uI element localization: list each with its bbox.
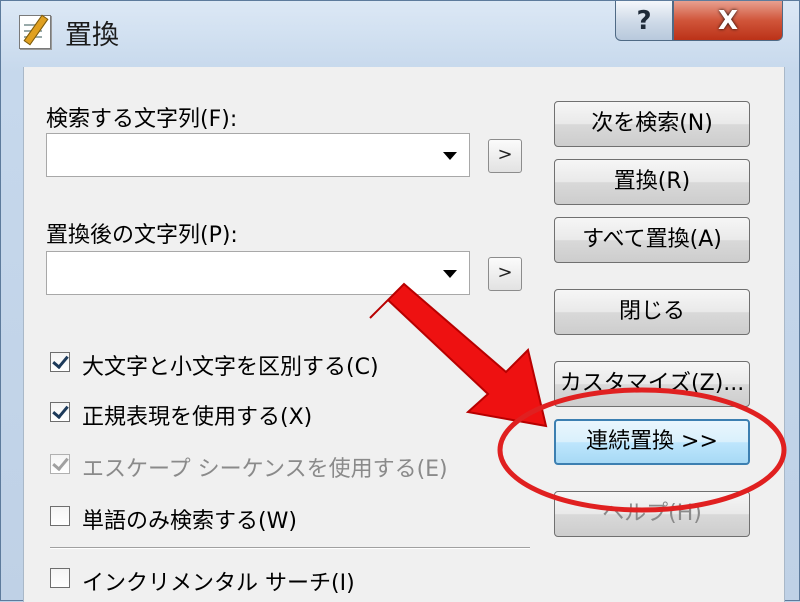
checkbox-icon[interactable] <box>50 506 70 526</box>
find-label: 検索する文字列(F): <box>46 107 238 132</box>
close-dialog-button[interactable]: 閉じる <box>554 289 750 335</box>
find-input[interactable] <box>51 138 425 172</box>
find-combo[interactable] <box>46 133 470 177</box>
question-icon: ? <box>636 5 652 36</box>
find-next-button[interactable]: 次を検索(N) <box>554 101 750 147</box>
separator <box>50 547 530 549</box>
replace-more-button[interactable]: > <box>488 257 522 291</box>
dialog-body: 検索する文字列(F): > 置換後の文字列(P): > 次を検索(N) 置換(R… <box>23 67 785 602</box>
window-title: 置換 <box>65 20 119 51</box>
checkbox-icon[interactable] <box>50 352 70 372</box>
continuous-replace-button[interactable]: 連続置換 >> <box>554 419 750 465</box>
chevron-down-icon[interactable] <box>443 152 457 160</box>
notepad-icon <box>19 14 51 49</box>
replace-label: 置換後の文字列(P): <box>46 223 238 248</box>
close-icon: X <box>717 5 739 36</box>
title-bar[interactable]: 置換 ? X <box>1 1 800 67</box>
checkbox-icon[interactable] <box>50 402 70 422</box>
close-button[interactable]: X <box>673 1 783 41</box>
replace-combo[interactable] <box>46 251 470 295</box>
replace-dialog: 置換 ? X 検索する文字列(F): > 置換後の文字列(P): > 次を検索(… <box>0 0 800 602</box>
checkbox-icon[interactable] <box>50 568 70 588</box>
chevron-down-icon[interactable] <box>443 270 457 278</box>
find-more-button[interactable]: > <box>488 139 522 173</box>
checkbox-icon <box>50 454 70 474</box>
replace-button[interactable]: 置換(R) <box>554 159 750 205</box>
replace-all-button[interactable]: すべて置換(A) <box>554 217 750 263</box>
customize-button[interactable]: カスタマイズ(Z)... <box>554 361 750 407</box>
help-button[interactable]: ヘルプ(H) <box>554 491 750 537</box>
replace-input[interactable] <box>51 256 425 290</box>
help-caption-button[interactable]: ? <box>615 1 673 41</box>
